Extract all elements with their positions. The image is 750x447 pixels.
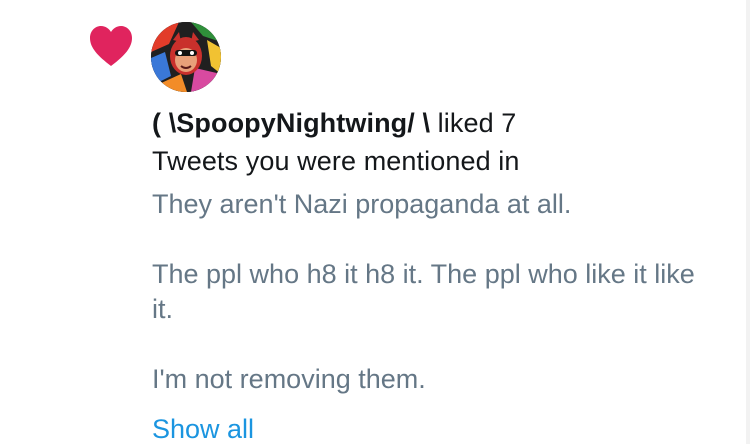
heart-icon bbox=[90, 26, 132, 66]
show-all-link[interactable]: Show all bbox=[152, 412, 254, 447]
right-edge-divider bbox=[746, 0, 750, 444]
avatar-image bbox=[151, 22, 221, 92]
action-text-line2: Tweets you were mentioned in bbox=[152, 146, 520, 176]
like-notification[interactable]: ( \SpoopyNightwing/ \ liked 7 Tweets you… bbox=[0, 0, 750, 444]
avatar[interactable] bbox=[151, 22, 221, 92]
notification-headline: ( \SpoopyNightwing/ \ liked 7 Tweets you… bbox=[152, 104, 712, 180]
username-link[interactable]: ( \SpoopyNightwing/ \ bbox=[152, 108, 430, 138]
tweet-preview-text: They aren't Nazi propaganda at all. The … bbox=[152, 189, 695, 394]
action-text: liked 7 bbox=[437, 108, 517, 138]
